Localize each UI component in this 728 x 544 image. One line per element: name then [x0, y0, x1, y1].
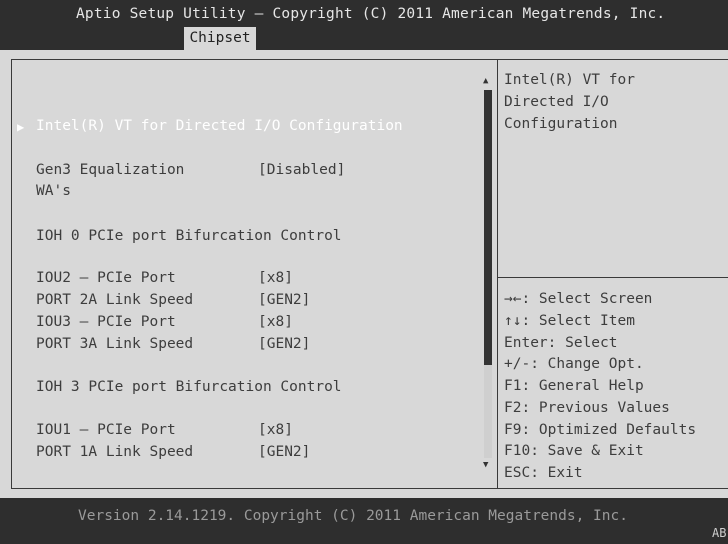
menu-item-label: Gen3 Equalization [36, 162, 185, 178]
help-separator [497, 277, 728, 278]
menu-item-label: Intel(R) VT for Directed I/O Configurati… [36, 118, 403, 134]
submenu-arrow-icon: ▶ [17, 120, 25, 134]
menu-item-port1a-speed[interactable]: PORT 1A Link Speed [GEN2] [36, 444, 476, 460]
menu-item-port2a-speed[interactable]: PORT 2A Link Speed [GEN2] [36, 292, 476, 308]
menu-item-label: IOU2 – PCIe Port [36, 270, 176, 286]
key-hint-f10: F10: Save & Exit [504, 443, 644, 459]
app-title: Aptio Setup Utility – Copyright (C) 2011… [76, 6, 666, 22]
menu-item-value[interactable]: [GEN2] [258, 444, 310, 460]
menu-item-value[interactable]: [GEN2] [258, 292, 310, 308]
menu-item-value[interactable]: [x8] [258, 314, 293, 330]
key-hint-enter: Enter: Select [504, 335, 618, 351]
section-header-ioh0: IOH 0 PCIe port Bifurcation Control [36, 228, 342, 244]
key-hint-f2: F2: Previous Values [504, 400, 670, 416]
tab-chipset[interactable]: Chipset [184, 27, 256, 50]
menu-item-iou3[interactable]: IOU3 – PCIe Port [x8] [36, 314, 476, 330]
menu-item-iou2[interactable]: IOU2 – PCIe Port [x8] [36, 270, 476, 286]
key-hint-esc: ESC: Exit [504, 465, 583, 481]
footer-bar: Version 2.14.1219. Copyright (C) 2011 Am… [0, 498, 728, 544]
menu-item-label: IOU3 – PCIe Port [36, 314, 176, 330]
scroll-down-icon[interactable]: ▼ [483, 460, 488, 470]
key-hint-select-screen: →←: Select Screen [504, 291, 653, 307]
footer-corner-text: AB [712, 526, 727, 540]
menu-item-port3a-speed[interactable]: PORT 3A Link Speed [GEN2] [36, 336, 476, 352]
menu-item-value[interactable]: [x8] [258, 270, 293, 286]
panel-divider [497, 59, 498, 489]
menu-item-label: PORT 1A Link Speed [36, 444, 194, 460]
menu-item-label-cont: WA's [36, 183, 71, 199]
section-header-ioh3: IOH 3 PCIe port Bifurcation Control [36, 379, 342, 395]
menu-item-label: PORT 3A Link Speed [36, 336, 194, 352]
scrollbar[interactable] [484, 90, 492, 458]
menu-item-label: PORT 2A Link Speed [36, 292, 194, 308]
menu-item-vtd-config[interactable]: Intel(R) VT for Directed I/O Configurati… [36, 118, 403, 134]
menu-item-label: IOU1 – PCIe Port [36, 422, 176, 438]
scroll-up-icon[interactable]: ▲ [483, 76, 488, 86]
main-panel: ▲ ▼ ▶ Intel(R) VT for Directed I/O Confi… [0, 50, 728, 498]
key-hint-f1: F1: General Help [504, 378, 644, 394]
menu-item-iou1[interactable]: IOU1 – PCIe Port [x8] [36, 422, 476, 438]
help-line: Directed I/O [504, 94, 609, 110]
key-hint-select-item: ↑↓: Select Item [504, 313, 635, 329]
header-bar: Aptio Setup Utility – Copyright (C) 2011… [0, 0, 728, 50]
menu-item-value[interactable]: [x8] [258, 422, 293, 438]
version-text: Version 2.14.1219. Copyright (C) 2011 Am… [78, 508, 628, 524]
help-line: Configuration [504, 116, 618, 132]
scrollbar-thumb[interactable] [484, 90, 492, 365]
menu-item-value[interactable]: [GEN2] [258, 336, 310, 352]
key-hint-f9: F9: Optimized Defaults [504, 422, 697, 438]
key-hint-change-opt: +/-: Change Opt. [504, 356, 644, 372]
menu-item-value[interactable]: [Disabled] [258, 162, 345, 178]
help-line: Intel(R) VT for [504, 72, 635, 88]
menu-item-gen3-eq[interactable]: Gen3 Equalization [Disabled] [36, 162, 476, 178]
